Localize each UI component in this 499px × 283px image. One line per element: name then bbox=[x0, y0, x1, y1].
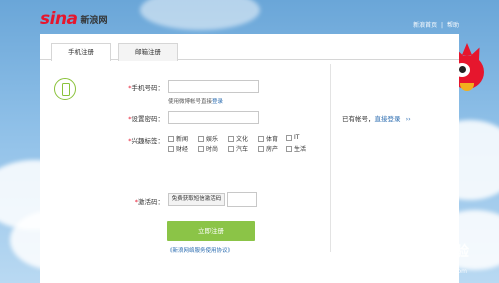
phone-hint: 使用微博帐号直接登录 bbox=[168, 99, 224, 105]
tag-entertainment[interactable]: 娱乐 bbox=[198, 134, 218, 143]
phone-label: *手机号码： bbox=[128, 84, 164, 92]
phone-icon bbox=[54, 78, 76, 100]
column-divider bbox=[330, 64, 331, 252]
password-input[interactable] bbox=[168, 111, 259, 124]
tab-email-register[interactable]: 邮箱注册 bbox=[118, 43, 178, 61]
register-submit-button[interactable]: 立即注册 bbox=[167, 221, 255, 241]
link-separator: | bbox=[441, 22, 444, 29]
top-links: 新浪首页 | 帮助 bbox=[411, 20, 459, 29]
baidu-watermark-url: jingyan.baidu.com bbox=[411, 268, 467, 275]
tab-bar: 手机注册 邮箱注册 bbox=[40, 40, 459, 61]
logo-cn-text: 新浪网 bbox=[80, 15, 108, 26]
chevron-right-icon: ›› bbox=[405, 115, 411, 123]
tab-phone-register[interactable]: 手机注册 bbox=[51, 43, 111, 61]
tag-fashion[interactable]: 时尚 bbox=[198, 144, 218, 153]
get-sms-code-button[interactable]: 免费获取短信激活码 bbox=[168, 193, 225, 206]
password-label: *设置密码： bbox=[128, 115, 164, 123]
agreement-link[interactable]: 《新浪网络服务使用协议》 bbox=[167, 246, 233, 254]
baidu-watermark: Bai 经验 bbox=[411, 244, 469, 260]
code-input[interactable] bbox=[227, 192, 257, 207]
tag-auto[interactable]: 汽车 bbox=[228, 144, 248, 153]
tag-news[interactable]: 新闻 bbox=[168, 134, 188, 143]
sina-logo[interactable]: sina 新浪网 bbox=[40, 8, 108, 30]
logo-text: sina bbox=[40, 9, 78, 29]
tag-finance[interactable]: 财经 bbox=[168, 144, 188, 153]
direct-login-link[interactable]: 直接登录 bbox=[375, 115, 401, 123]
tag-life[interactable]: 生活 bbox=[286, 144, 306, 153]
register-panel: 手机注册 邮箱注册 *手机号码： 使用微博帐号直接登录 *设置密码： *兴趣标签… bbox=[40, 34, 459, 283]
top-bar: sina 新浪网 新浪首页 | 帮助 bbox=[40, 8, 459, 32]
login-hint-link[interactable]: 登录 bbox=[212, 99, 223, 105]
phone-input[interactable] bbox=[168, 80, 259, 93]
code-label: *激活码： bbox=[134, 198, 164, 206]
already-have-account: 已有帐号，直接登录 ›› bbox=[342, 115, 411, 123]
link-help[interactable]: 帮助 bbox=[447, 22, 459, 29]
tag-culture[interactable]: 文化 bbox=[228, 134, 248, 143]
tag-it[interactable]: IT bbox=[286, 134, 299, 141]
mascot-beak bbox=[460, 83, 474, 91]
interest-label: *兴趣标签： bbox=[128, 137, 164, 145]
tag-realestate[interactable]: 房产 bbox=[258, 144, 278, 153]
tag-sports[interactable]: 体育 bbox=[258, 134, 278, 143]
link-sina-home[interactable]: 新浪首页 bbox=[413, 22, 437, 29]
